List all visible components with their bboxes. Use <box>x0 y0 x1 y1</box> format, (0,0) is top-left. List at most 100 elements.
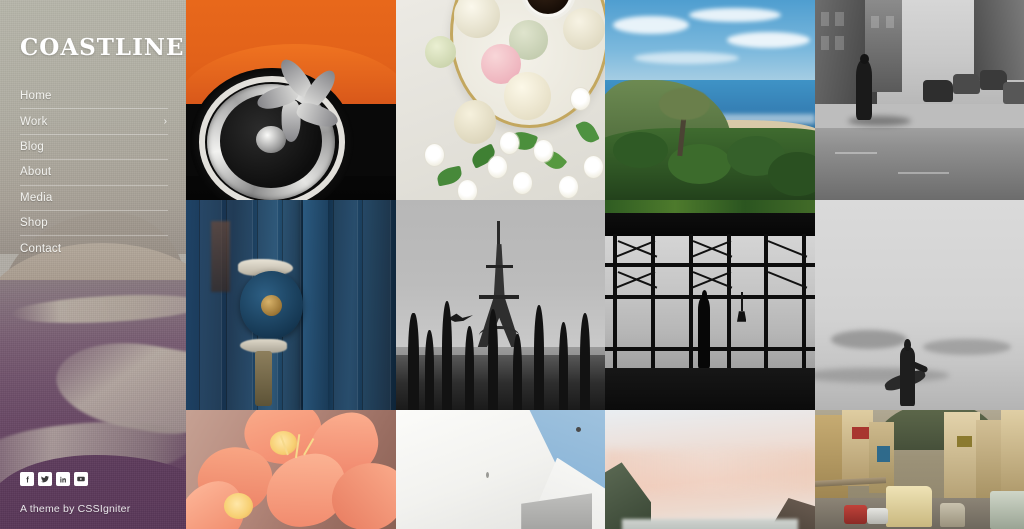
wave <box>814 368 949 383</box>
tower-arch <box>479 326 520 345</box>
artwork-terminal <box>605 200 815 410</box>
gallery-tile-coastal-headland-ocean[interactable] <box>605 0 815 200</box>
gallery-tile-bw-eiffel-tower-bird[interactable] <box>395 200 605 410</box>
nav-label: Shop <box>20 217 48 230</box>
facebook-icon[interactable] <box>20 472 34 486</box>
blossom <box>533 140 553 162</box>
gallery-tile-surfer-in-fog[interactable] <box>814 200 1024 410</box>
blossom <box>558 176 578 198</box>
parked-car <box>952 74 980 94</box>
site-logo[interactable]: COASTLINE <box>20 36 183 59</box>
artwork-macarons <box>395 0 605 200</box>
nav-item-home[interactable]: Home <box>20 83 168 108</box>
window <box>820 36 830 50</box>
street-sign <box>852 426 869 439</box>
cloud <box>613 16 689 34</box>
plank <box>332 200 358 410</box>
door-latch <box>255 351 272 406</box>
rust-stain <box>211 221 230 293</box>
main-navigation: Home Work › Blog About Media Shop Contac… <box>20 83 168 261</box>
youtube-icon[interactable] <box>74 472 88 486</box>
pendant-cable <box>741 292 744 312</box>
sidebar-content: COASTLINE Home Work › Blog About Media S… <box>0 0 186 529</box>
gallery-tile-orange-classic-truck-chrome-wheel[interactable] <box>186 0 396 200</box>
nav-item-blog[interactable]: Blog <box>20 133 168 159</box>
detail-speck <box>485 471 489 478</box>
portfolio-grid <box>186 0 1024 529</box>
gallery-tile-white-architecture-blue-sky[interactable] <box>395 410 605 529</box>
nav-label: Contact <box>20 242 62 255</box>
crowd-figure <box>579 313 591 410</box>
crowd-figure <box>533 305 545 410</box>
tower-spire <box>497 221 501 247</box>
gallery-tile-macarons-coffee-blossoms[interactable] <box>395 0 605 200</box>
window <box>835 12 844 26</box>
artwork-flowers <box>186 410 396 529</box>
floor <box>605 368 815 410</box>
window <box>835 36 844 50</box>
macaron <box>504 72 551 120</box>
red-car <box>843 505 867 525</box>
glass-curtain-wall <box>605 233 815 373</box>
transom-bar <box>605 263 815 267</box>
blossom <box>424 144 444 166</box>
sidewalk <box>814 104 1024 128</box>
crowd-figure <box>441 300 453 410</box>
blossom <box>584 156 603 178</box>
brass-doorknob <box>261 294 283 316</box>
crowd-figure <box>558 321 569 410</box>
gallery-tile-weathered-blue-door-knob[interactable] <box>186 200 396 410</box>
artwork-truck <box>186 0 396 200</box>
macaron <box>424 36 457 68</box>
linkedin-icon[interactable] <box>56 472 70 486</box>
nav-item-media[interactable]: Media <box>20 184 168 210</box>
mullion <box>764 233 769 373</box>
window <box>885 16 895 28</box>
gallery-tile-airport-terminal-silhouette[interactable] <box>605 200 815 410</box>
plank <box>361 200 392 410</box>
artwork-coast <box>605 0 815 200</box>
blossom <box>487 156 507 178</box>
gallery-tile-pastel-sunset-cliffs[interactable] <box>605 410 815 529</box>
crowd-figure <box>424 330 435 410</box>
crowd-figure <box>487 309 499 410</box>
blossom <box>500 132 520 154</box>
transom-bar <box>605 347 815 351</box>
distant-water <box>621 519 798 529</box>
detail-speck <box>575 426 581 432</box>
road-marking <box>898 172 949 174</box>
macaron <box>563 8 605 50</box>
blossom <box>458 180 478 200</box>
surfer-head <box>903 338 911 352</box>
nav-item-shop[interactable]: Shop <box>20 209 168 235</box>
nav-label: About <box>20 166 52 179</box>
nav-item-about[interactable]: About <box>20 159 168 184</box>
crowd-figure <box>512 334 523 410</box>
portfolio-page: COASTLINE Home Work › Blog About Media S… <box>0 0 1024 529</box>
gallery-tile-busy-city-street-buses[interactable] <box>814 410 1024 529</box>
standing-figure <box>698 296 710 368</box>
window <box>820 12 830 26</box>
gallery-tile-bw-city-street-walking-figure[interactable] <box>814 0 1024 200</box>
crowd-figure <box>464 326 475 410</box>
bus <box>885 486 932 527</box>
twitter-icon[interactable] <box>38 472 52 486</box>
gallery-tile-peach-flowers-closeup[interactable] <box>186 410 396 529</box>
bush <box>613 132 668 168</box>
artwork-sunset-cliffs <box>605 410 815 529</box>
figure-head <box>859 54 869 65</box>
transom-bar <box>605 294 815 299</box>
social-links <box>20 472 168 486</box>
sidebar: COASTLINE Home Work › Blog About Media S… <box>0 0 186 529</box>
nav-label: Work <box>20 115 48 128</box>
chevron-right-icon: › <box>163 115 167 127</box>
walking-figure <box>856 60 873 120</box>
tower-upper-deck <box>485 265 513 269</box>
nav-item-work[interactable]: Work › <box>20 108 168 133</box>
cloud <box>634 52 740 64</box>
building <box>944 412 980 499</box>
bus <box>990 490 1024 529</box>
nav-label: Home <box>20 89 52 102</box>
nav-item-contact[interactable]: Contact <box>20 235 168 260</box>
